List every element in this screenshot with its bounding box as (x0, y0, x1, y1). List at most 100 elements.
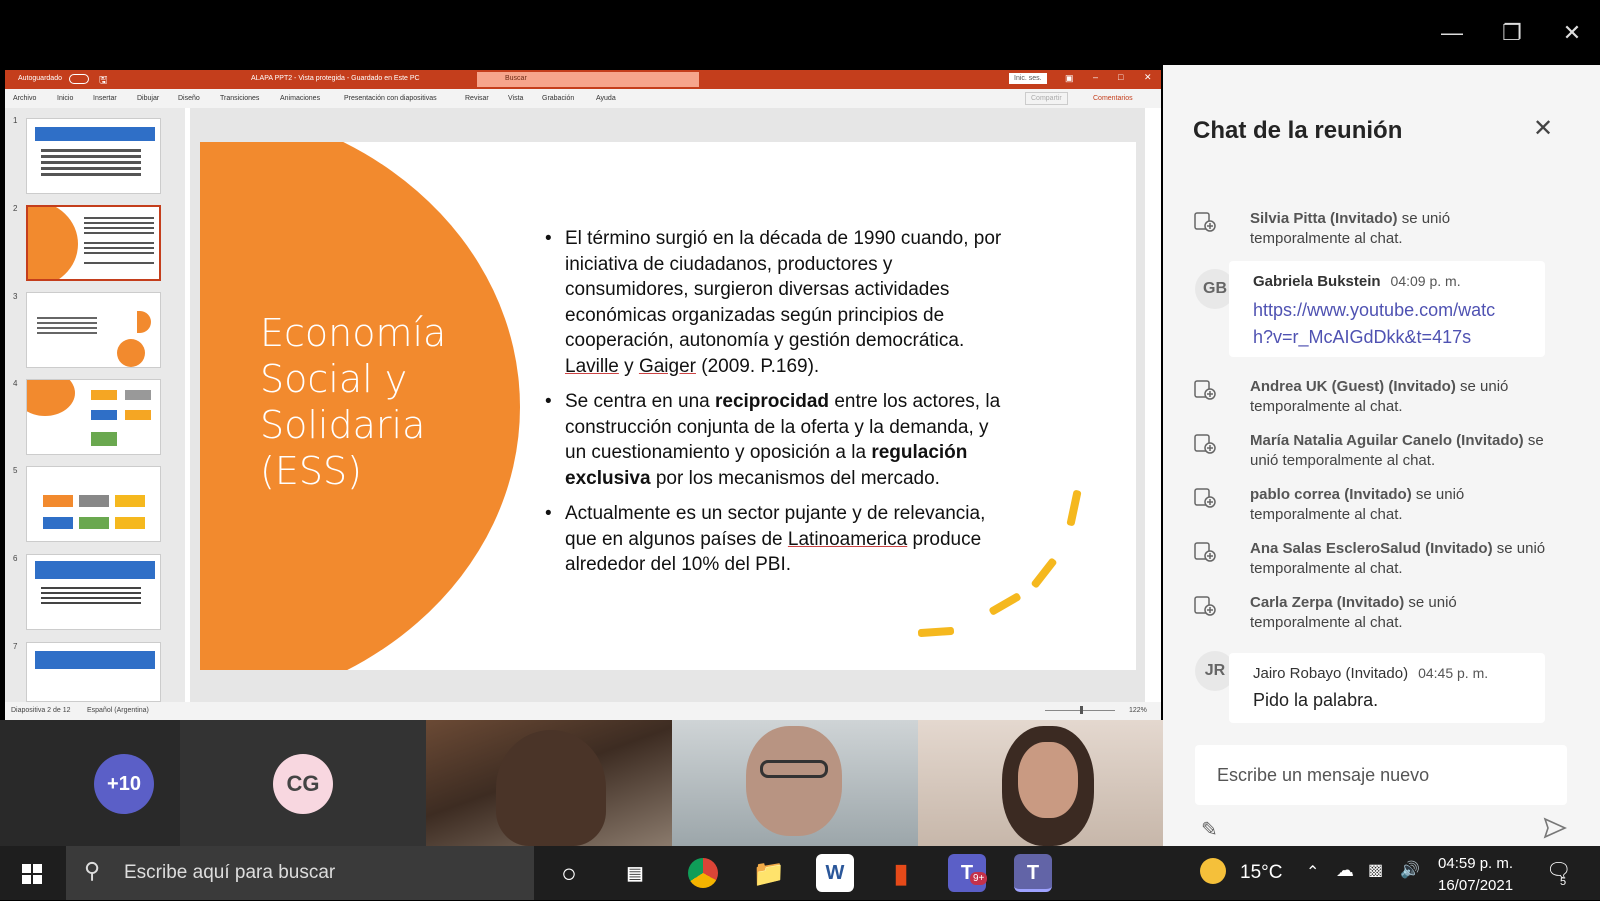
avatar: CG (273, 754, 333, 814)
compose-message-input[interactable]: Escribe un mensaje nuevo (1195, 745, 1567, 805)
format-icon[interactable]: ✎ (1201, 817, 1218, 842)
ppt-statusbar: Diapositiva 2 de 12 Español (Argentina) … (5, 702, 1161, 720)
thumb-boxes (91, 390, 117, 400)
word-icon[interactable]: W (816, 854, 854, 892)
ppt-minimize-icon[interactable]: – (1093, 72, 1098, 82)
temperature[interactable]: 15°C (1240, 862, 1282, 884)
text: un cuestionamiento y oposición a la (565, 442, 872, 463)
taskbar-search-placeholder: Escribe aquí para buscar (124, 862, 336, 883)
event-name: Andrea UK (Guest) (Invitado) (1250, 378, 1456, 395)
overflow-tile[interactable]: +10 (0, 720, 180, 846)
tab-ayuda[interactable]: Ayuda (596, 95, 616, 102)
yellow-dash (988, 592, 1022, 616)
language-label[interactable]: Español (Argentina) (87, 707, 149, 714)
share-button[interactable]: Compartir (1025, 92, 1068, 105)
weather-icon[interactable] (1200, 858, 1226, 884)
comments-button[interactable]: Comentarios (1093, 95, 1133, 102)
chrome-icon[interactable] (684, 854, 722, 892)
slide-thumbnail-3[interactable] (26, 292, 161, 368)
task-view-icon[interactable]: ▤ (616, 854, 654, 892)
ribbon-display-icon[interactable]: ▣ (1065, 73, 1074, 84)
participant-tile-cg[interactable]: CG (180, 720, 426, 846)
autosave-toggle[interactable] (69, 74, 89, 84)
slide-title: Economía Social y Solidaria (ESS) (260, 310, 480, 494)
close-chat-icon[interactable]: ✕ (1530, 117, 1556, 143)
onedrive-icon[interactable]: ☁ (1336, 860, 1354, 881)
participant-video-3[interactable] (918, 720, 1163, 846)
tab-inicio[interactable]: Inicio (57, 95, 73, 102)
participant-video-2[interactable] (672, 720, 918, 846)
event-text: pablo correa (Invitado) se unió temporalm… (1250, 485, 1580, 525)
text: y (618, 355, 639, 377)
join-chat-icon (1194, 488, 1216, 508)
join-chat-icon (1194, 596, 1216, 616)
slide-thumbnail-7[interactable] (26, 642, 161, 702)
overflow-count[interactable]: +10 (94, 754, 154, 814)
tab-insertar[interactable]: Insertar (93, 95, 117, 102)
office-icon[interactable]: ▮ (882, 854, 920, 892)
slide-counter: Diapositiva 2 de 12 (11, 707, 71, 714)
tab-archivo[interactable]: Archivo (13, 95, 36, 102)
send-icon[interactable] (1543, 817, 1567, 839)
slide-thumbnail-5[interactable] (26, 466, 161, 542)
tab-animaciones[interactable]: Animaciones (280, 95, 320, 102)
bullet-1: El término surgió en la década de 1990 c… (545, 226, 1065, 379)
tab-transiciones[interactable]: Transiciones (220, 95, 259, 102)
chat-message: Jairo Robayo (Invitado) 04:45 p. m. Pido … (1229, 653, 1545, 723)
link-line[interactable]: h?v=r_McAIGdDkk&t=417s (1253, 327, 1471, 347)
person-face (746, 726, 842, 836)
tab-presentacion[interactable]: Presentación con diapositivas (344, 95, 437, 102)
event-rest: se unió (1492, 540, 1546, 557)
zoom-thumb[interactable] (1080, 706, 1083, 714)
thumb-text (37, 317, 97, 319)
minimize-icon[interactable]: — (1437, 18, 1467, 48)
event-rest: temporalmente al chat. (1250, 560, 1403, 577)
title-line: Social y (260, 357, 408, 401)
text: produce (907, 528, 982, 550)
ppt-maximize-icon[interactable]: □ (1118, 72, 1123, 82)
sign-in-button[interactable]: Inic. ses. (1009, 73, 1047, 84)
join-chat-icon (1194, 212, 1216, 232)
slide-thumbnail-6[interactable] (26, 554, 161, 630)
slide-thumbnail-4[interactable] (26, 379, 161, 455)
event-rest: temporalmente al chat. (1250, 398, 1403, 415)
ppt-ribbon-tabs: Archivo Inicio Insertar Dibujar Diseño T… (5, 89, 1161, 108)
chrome-logo (688, 858, 718, 888)
close-window-icon[interactable]: ✕ (1557, 18, 1587, 48)
network-icon[interactable]: ▩ (1368, 860, 1383, 880)
slide-thumbnail-1[interactable] (26, 118, 161, 194)
taskbar-search-box[interactable]: ⚲ Escribe aquí para buscar (66, 846, 534, 900)
windows-start-icon[interactable] (22, 864, 42, 884)
tab-grabacion[interactable]: Grabación (542, 95, 574, 102)
tab-vista[interactable]: Vista (508, 95, 523, 102)
save-icon[interactable]: 🖫 (99, 73, 108, 90)
clock[interactable]: 04:59 p. m. 16/07/2021 (1438, 853, 1513, 897)
file-explorer-icon[interactable]: 📁 (750, 854, 788, 892)
link-line[interactable]: https://www.youtube.com/watc (1253, 300, 1495, 320)
teams-meeting-icon[interactable]: T (1014, 854, 1052, 892)
volume-icon[interactable]: 🔊 (1400, 860, 1420, 880)
slide-thumbnail-2[interactable] (26, 205, 161, 281)
participant-video-1[interactable] (426, 720, 672, 846)
text: (2009. P.169). (695, 355, 820, 377)
thumb-number: 3 (13, 292, 18, 301)
notifications-icon[interactable]: 🗨 (1546, 858, 1571, 883)
tab-diseno[interactable]: Diseño (178, 95, 200, 102)
thumb-number: 5 (13, 466, 18, 475)
person-face (1018, 742, 1078, 818)
restore-icon[interactable]: ❐ (1497, 18, 1527, 48)
meeting-chat-panel: Chat de la reunión ✕ Silvia Pitta (Invit… (1163, 65, 1600, 846)
person-silhouette (496, 730, 606, 846)
current-slide[interactable]: Economía Social y Solidaria (ESS) El tér… (200, 142, 1136, 670)
ppt-close-icon[interactable]: ✕ (1144, 72, 1152, 83)
ppt-search-box[interactable]: Buscar (477, 72, 699, 87)
event-rest: se unió (1397, 210, 1451, 227)
cortana-icon[interactable]: ○ (550, 854, 588, 892)
tray-expand-icon[interactable]: ⌃ (1306, 862, 1319, 882)
message-link[interactable]: https://www.youtube.com/watc h?v=r_McAIGd… (1253, 297, 1495, 351)
event-name: Ana Salas EscleroSalud (Invitado) (1250, 540, 1493, 557)
join-chat-icon (1194, 542, 1216, 562)
message-time: 04:09 p. m. (1390, 273, 1461, 289)
tab-revisar[interactable]: Revisar (465, 95, 489, 102)
tab-dibujar[interactable]: Dibujar (137, 95, 159, 102)
